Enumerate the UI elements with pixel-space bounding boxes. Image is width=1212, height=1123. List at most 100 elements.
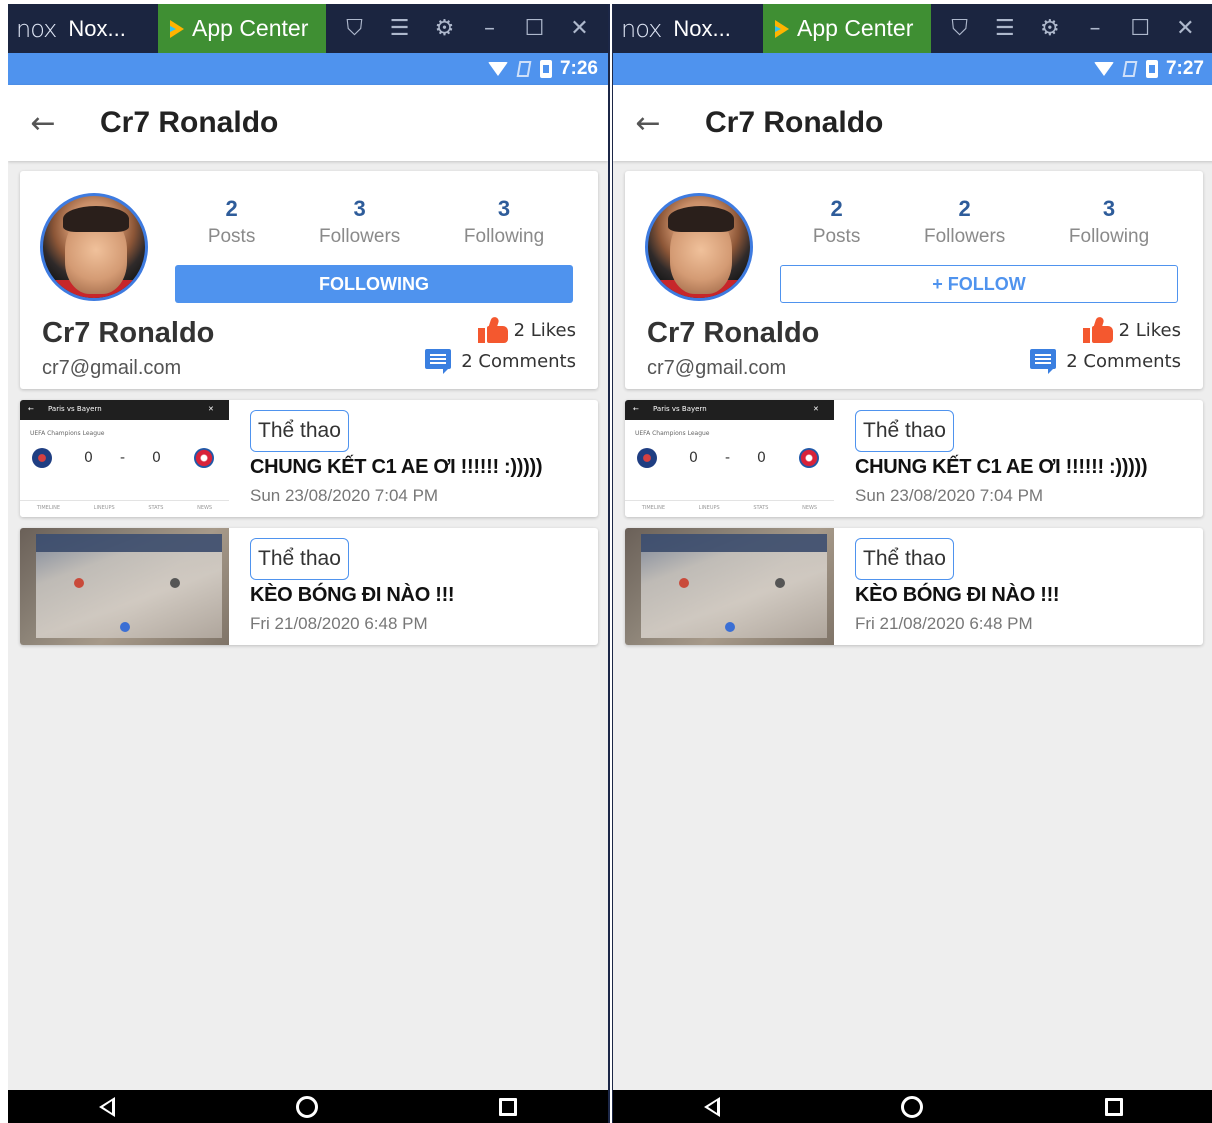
post-title: CHUNG KẾT C1 AE ƠI !!!!!! :))))) [855, 456, 1148, 478]
android-nav-bar [8, 1090, 608, 1123]
stat-posts-count: 2 [225, 196, 238, 221]
stat-following-label: Following [463, 226, 545, 247]
stat-following[interactable]: 3 Following [1069, 196, 1149, 248]
thumb-badge-icon [74, 578, 84, 588]
app-center-tab[interactable]: App Center [763, 4, 931, 53]
nox-app-tab[interactable]: nox Nox... [8, 4, 158, 53]
avatar-hair [63, 206, 129, 232]
thumb-badge-icon [170, 578, 180, 588]
arrow-left-icon[interactable]: ← [8, 106, 78, 141]
close-icon[interactable]: ✕ [1172, 16, 1198, 41]
minimize-icon[interactable]: – [477, 16, 503, 41]
page-title: Cr7 Ronaldo [100, 106, 279, 139]
stat-followers-count: 3 [353, 196, 366, 221]
stat-followers[interactable]: 3 Followers [319, 196, 400, 248]
nox-titlebar: nox Nox... App Center ⛉ ☰ ⚙ – ☐ ✕ [8, 4, 608, 53]
post-date: Sun 23/08/2020 7:04 PM [855, 486, 1044, 505]
thumb-score-home: 0 [689, 450, 698, 466]
wifi-icon [487, 62, 508, 76]
post-title: KÈO BÓNG ĐI NÀO !!! [855, 584, 1060, 606]
nav-recent-icon[interactable] [499, 1097, 518, 1116]
thumb-divider [20, 500, 229, 501]
stat-following-count: 3 [497, 196, 511, 221]
thumb-close-icon: ✕ [208, 405, 214, 413]
post-thumbnail [625, 528, 834, 645]
wifi-icon [1093, 62, 1114, 76]
profile-name: Cr7 Ronaldo [42, 317, 215, 349]
thumb-tab: TIMELINE [36, 505, 60, 511]
thumb-tab: NEWS [197, 505, 213, 511]
thumb-photo-topbar [641, 534, 827, 552]
android-status-bar: 7:26 [8, 53, 608, 85]
profile-stats: 2 Posts 2 Followers 3 Following [781, 196, 1181, 248]
minimize-icon[interactable]: – [1082, 16, 1108, 41]
thumb-tab: STATS [753, 505, 769, 511]
likes-label: 2 Likes [513, 319, 576, 341]
thumb-topbar: ← Paris vs Bayern ✕ [625, 400, 834, 420]
maximize-icon[interactable]: ☐ [1127, 16, 1153, 41]
comments-label: 2 Comments [1066, 350, 1181, 372]
thumb-match-title: Paris vs Bayern [48, 405, 102, 413]
titlebar-controls: ⛉ ☰ ⚙ – ☐ ✕ [326, 16, 608, 41]
category-tag[interactable]: Thể thao [855, 538, 954, 580]
nav-home-icon[interactable] [295, 1095, 318, 1118]
shirt-icon[interactable]: ⛉ [342, 16, 368, 41]
stat-followers[interactable]: 2 Followers [924, 196, 1005, 248]
stat-posts[interactable]: 2 Posts [208, 196, 256, 248]
likes-count[interactable]: 2 Likes [477, 316, 576, 343]
post-title: KÈO BÓNG ĐI NÀO !!! [250, 584, 455, 606]
maximize-icon[interactable]: ☐ [522, 16, 548, 41]
follow-button[interactable]: + FOLLOW [780, 265, 1178, 303]
nav-back-icon[interactable] [703, 1096, 720, 1117]
thumb-league: UEFA Champions League [635, 430, 710, 437]
stat-following[interactable]: 3 Following [464, 196, 544, 248]
post-card[interactable]: Thể thao KÈO BÓNG ĐI NÀO !!! Fri 21/08/2… [20, 528, 598, 645]
menu-icon[interactable]: ☰ [992, 16, 1018, 41]
avatar[interactable] [40, 193, 148, 301]
emulator-panel-left: nox Nox... App Center ⛉ ☰ ⚙ – ☐ ✕ 7:26 ←… [8, 4, 610, 1123]
menu-icon[interactable]: ☰ [387, 16, 413, 41]
stat-posts-label: Posts [812, 226, 861, 247]
profile-stats: 2 Posts 3 Followers 3 Following [176, 196, 576, 248]
nav-home-icon[interactable] [901, 1095, 924, 1118]
thumb-score-home: 0 [84, 450, 93, 466]
following-button[interactable]: FOLLOWING [175, 265, 573, 303]
comments-count[interactable]: 2 Comments [1030, 349, 1181, 374]
thumb-close-icon: ✕ [813, 405, 819, 413]
app-bar: ← Cr7 Ronaldo [8, 85, 608, 161]
close-icon[interactable]: ✕ [567, 16, 593, 41]
nox-app-name: Nox... [673, 15, 731, 41]
screenshot-stage: nox Nox... App Center ⛉ ☰ ⚙ – ☐ ✕ 7:26 ←… [0, 0, 1212, 1123]
category-tag[interactable]: Thể thao [250, 410, 349, 452]
post-card[interactable]: Thể thao KÈO BÓNG ĐI NÀO !!! Fri 21/08/2… [625, 528, 1203, 645]
android-status-bar: 7:27 [613, 53, 1212, 85]
thumb-badge-icon [120, 622, 130, 632]
gear-icon[interactable]: ⚙ [432, 16, 458, 41]
shirt-icon[interactable]: ⛉ [947, 16, 973, 41]
gear-icon[interactable]: ⚙ [1037, 16, 1063, 41]
app-center-label: App Center [192, 15, 309, 41]
nav-back-icon[interactable] [98, 1096, 115, 1117]
post-card[interactable]: ← Paris vs Bayern ✕ UEFA Champions Leagu… [20, 400, 598, 517]
nav-recent-icon[interactable] [1105, 1097, 1124, 1116]
stat-posts-count: 2 [830, 196, 843, 221]
app-center-label: App Center [797, 15, 914, 41]
nox-app-tab[interactable]: nox Nox... [613, 4, 763, 53]
post-date: Sun 23/08/2020 7:04 PM [250, 486, 439, 505]
sim-icon [516, 61, 532, 77]
likes-label: 2 Likes [1118, 319, 1181, 341]
category-tag[interactable]: Thể thao [855, 410, 954, 452]
thumb-back-icon: ← [28, 405, 34, 413]
profile-card: 2 Posts 2 Followers 3 Following + FOLLOW… [625, 171, 1203, 389]
titlebar-controls: ⛉ ☰ ⚙ – ☐ ✕ [931, 16, 1212, 41]
thumb-score-away: 0 [757, 450, 766, 466]
likes-count[interactable]: 2 Likes [1082, 316, 1181, 343]
comments-count[interactable]: 2 Comments [425, 349, 576, 374]
stat-posts[interactable]: 2 Posts [813, 196, 861, 248]
play-store-icon [170, 19, 184, 38]
app-center-tab[interactable]: App Center [158, 4, 326, 53]
category-tag[interactable]: Thể thao [250, 538, 349, 580]
post-card[interactable]: ← Paris vs Bayern ✕ UEFA Champions Leagu… [625, 400, 1203, 517]
arrow-left-icon[interactable]: ← [613, 106, 683, 141]
avatar[interactable] [645, 193, 753, 301]
